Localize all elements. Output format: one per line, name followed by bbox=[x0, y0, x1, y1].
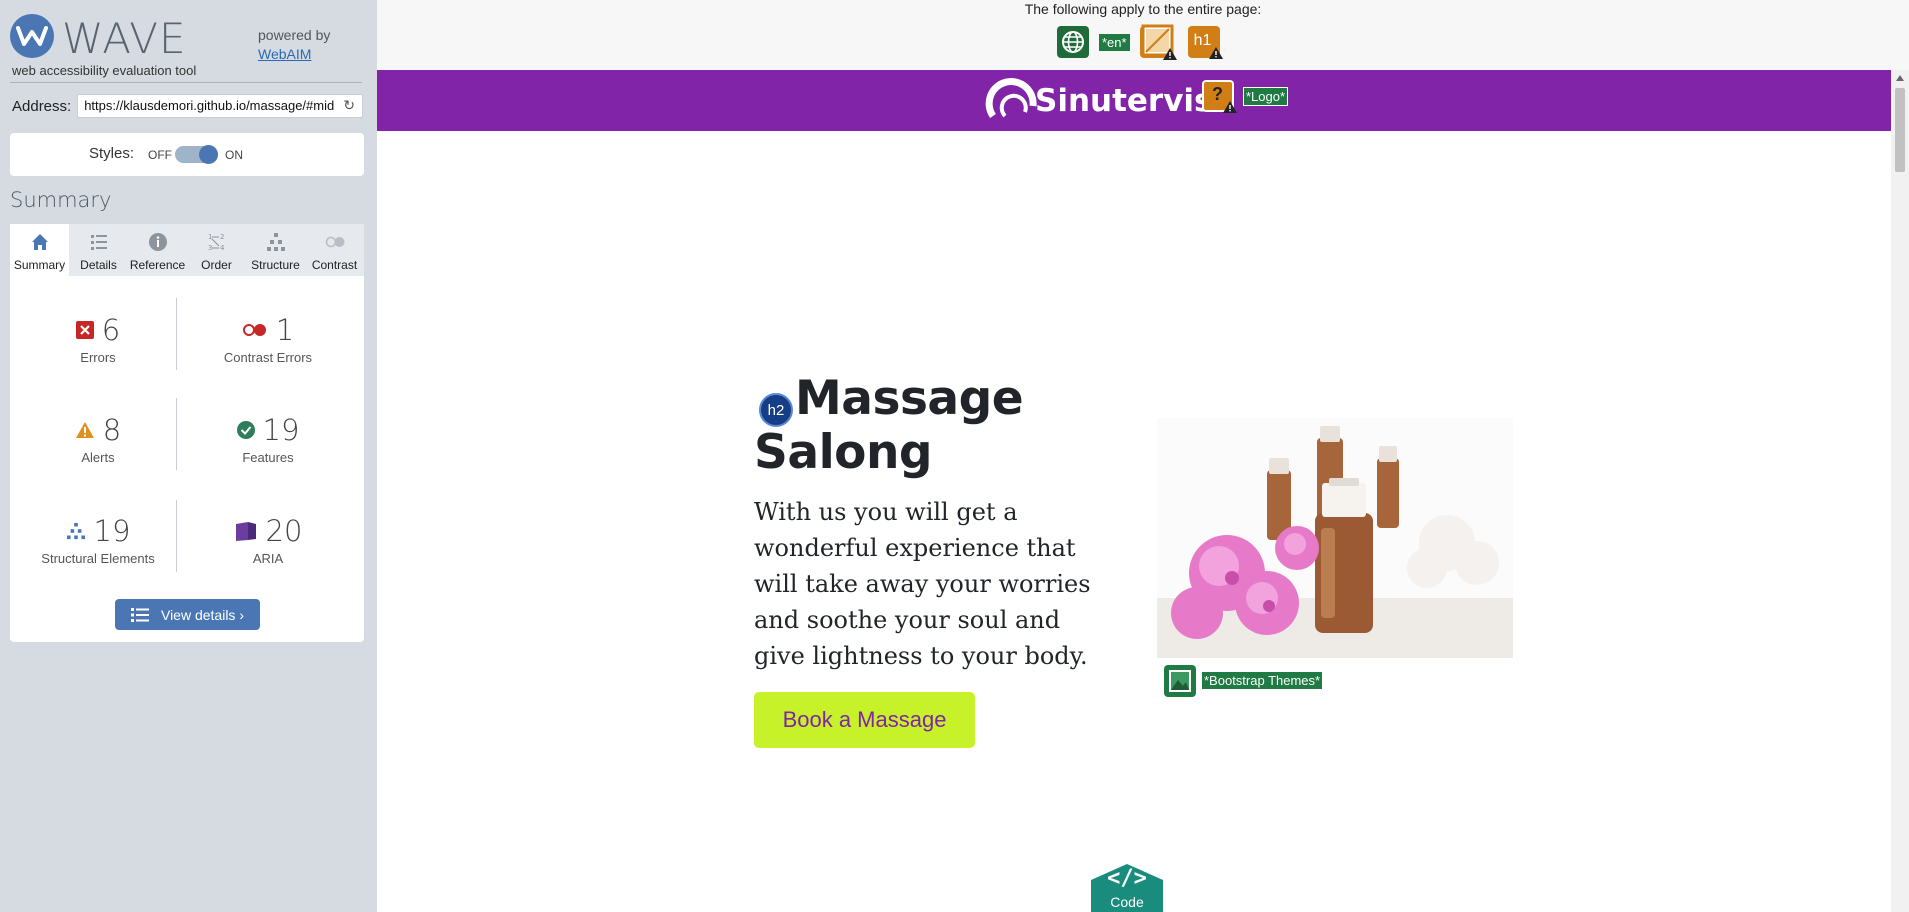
webaim-link[interactable]: WebAIM bbox=[258, 46, 311, 62]
order-icon: 1 23 4 bbox=[208, 233, 225, 252]
reload-icon[interactable]: ↻ bbox=[343, 98, 357, 112]
language-tag[interactable]: *en* bbox=[1099, 33, 1130, 51]
missing-image-alert-icon[interactable] bbox=[1139, 24, 1177, 60]
styles-panel: Styles: OFF ON bbox=[10, 133, 364, 176]
site-navbar: Sinutervis ? *Logo* bbox=[377, 70, 1891, 131]
summary-heading: Summary bbox=[10, 188, 112, 212]
home-icon bbox=[31, 234, 48, 250]
features-count: 19 bbox=[262, 413, 300, 447]
divider bbox=[10, 82, 362, 83]
tab-structure[interactable]: Structure bbox=[246, 224, 305, 276]
evaluated-page: The following apply to the entire page: … bbox=[377, 0, 1909, 912]
alert-icon bbox=[75, 422, 94, 438]
stat-features[interactable]: 19 Features bbox=[188, 412, 348, 465]
tab-label: Order bbox=[201, 258, 232, 272]
errors-count: 6 bbox=[101, 313, 121, 347]
alerts-label: Alerts bbox=[81, 450, 115, 465]
address-input[interactable]: https://klausdemori.github.io/massage/#m… bbox=[77, 94, 364, 118]
address-value: https://klausdemori.github.io/massage/#m… bbox=[84, 98, 335, 113]
tab-reference[interactable]: Reference bbox=[128, 224, 187, 276]
page-content bbox=[377, 131, 1891, 912]
stat-errors[interactable]: 6 Errors bbox=[18, 312, 178, 365]
wave-sidebar: WAVE web accessibility evaluation tool p… bbox=[0, 0, 377, 912]
page-level-icons: *en* h1 bbox=[1057, 24, 1230, 60]
code-icon: </> bbox=[1107, 866, 1147, 891]
page-level-text: The following apply to the entire page: bbox=[1024, 1, 1262, 17]
massage-oils-image bbox=[1157, 418, 1513, 658]
structure-icon bbox=[66, 522, 85, 540]
contrast-errors-count: 1 bbox=[275, 313, 295, 347]
image-alt-tag[interactable]: *Bootstrap Themes* bbox=[1201, 671, 1324, 690]
view-details-label: View details › bbox=[160, 606, 244, 623]
site-name: Sinutervis bbox=[1035, 83, 1213, 119]
view-details-button[interactable]: View details › bbox=[115, 599, 260, 630]
stat-aria[interactable]: 20 ARIA bbox=[188, 513, 348, 566]
hero-lead: With us you will get a wonderful experie… bbox=[754, 498, 1091, 670]
tab-contrast[interactable]: Contrast bbox=[305, 224, 364, 276]
svg-text:3: 3 bbox=[208, 244, 212, 252]
errors-label: Errors bbox=[80, 350, 116, 365]
brand-logo-icon bbox=[985, 76, 1039, 126]
aria-count: 20 bbox=[265, 514, 303, 548]
tab-summary[interactable]: Summary bbox=[10, 224, 69, 276]
book-massage-button[interactable]: Book a Massage bbox=[754, 692, 975, 748]
logo-alert-icon[interactable]: ? bbox=[1202, 80, 1237, 113]
error-icon bbox=[75, 321, 94, 339]
page-level-bar: The following apply to the entire page: … bbox=[377, 0, 1909, 70]
list-icon bbox=[130, 607, 149, 622]
address-row: Address: https://klausdemori.github.io/m… bbox=[12, 94, 364, 118]
tab-label: Contrast bbox=[311, 258, 358, 272]
tab-label: Details bbox=[80, 258, 117, 272]
panel-tabs: Summary Details Reference 1234 Order Str… bbox=[10, 224, 364, 276]
tab-details[interactable]: Details bbox=[69, 224, 128, 276]
h1-alert-icon[interactable]: h1 bbox=[1187, 26, 1223, 59]
tab-label: Reference bbox=[129, 258, 186, 272]
hero-heading: Massage Salong bbox=[754, 371, 1024, 480]
scroll-thumb[interactable] bbox=[1895, 88, 1905, 172]
address-label: Address: bbox=[12, 97, 72, 115]
styles-on-label: ON bbox=[225, 148, 243, 162]
wave-logo: WAVE web accessibility evaluation tool bbox=[10, 12, 200, 78]
tab-order[interactable]: 1234 Order bbox=[187, 224, 246, 276]
aria-label: ARIA bbox=[252, 551, 284, 566]
page-scrollbar[interactable] bbox=[1891, 70, 1909, 912]
info-icon bbox=[148, 233, 167, 251]
structure-icon bbox=[266, 233, 285, 251]
styles-toggle[interactable] bbox=[175, 145, 218, 164]
contrast-error-icon bbox=[242, 324, 266, 336]
stat-structural-elements[interactable]: 19 Structural Elements bbox=[18, 513, 178, 566]
contrast-errors-label: Contrast Errors bbox=[223, 350, 313, 365]
structural-label: Structural Elements bbox=[41, 551, 155, 566]
summary-stats: 6 Errors 1 Contrast Errors 8 Alerts 19 F… bbox=[10, 276, 364, 642]
logo-alt-tag[interactable]: *Logo* bbox=[1243, 87, 1289, 106]
code-label: Code bbox=[1110, 894, 1144, 910]
wave-title: WAVE bbox=[62, 14, 187, 63]
image-alt-icon[interactable] bbox=[1164, 665, 1196, 697]
language-icon[interactable] bbox=[1057, 26, 1089, 58]
styles-off-label: OFF bbox=[148, 148, 172, 162]
alerts-count: 8 bbox=[102, 413, 122, 447]
svg-text:2: 2 bbox=[220, 233, 224, 241]
contrast-icon bbox=[325, 236, 344, 248]
styles-label: Styles: bbox=[89, 145, 135, 162]
stat-contrast-errors[interactable]: 1 Contrast Errors bbox=[188, 312, 348, 365]
toggle-knob bbox=[199, 145, 218, 164]
features-label: Features bbox=[242, 450, 294, 465]
structural-count: 19 bbox=[93, 514, 131, 548]
wave-logo-icon bbox=[10, 14, 54, 58]
powered-by-text: powered by bbox=[258, 27, 331, 43]
aria-icon bbox=[235, 522, 256, 541]
svg-text:4: 4 bbox=[220, 244, 225, 252]
code-toggle-button[interactable]: </> Code bbox=[1081, 864, 1173, 912]
stat-alerts[interactable]: 8 Alerts bbox=[18, 412, 178, 465]
site-brand[interactable]: Sinutervis bbox=[985, 76, 1213, 126]
svg-text:1: 1 bbox=[208, 233, 212, 241]
wave-tagline: web accessibility evaluation tool bbox=[12, 63, 197, 78]
tab-label: Summary bbox=[13, 258, 66, 272]
feature-icon bbox=[236, 421, 255, 439]
list-icon bbox=[90, 235, 107, 250]
scroll-up-arrow-icon[interactable] bbox=[1896, 75, 1904, 81]
tab-label: Structure bbox=[251, 258, 300, 272]
